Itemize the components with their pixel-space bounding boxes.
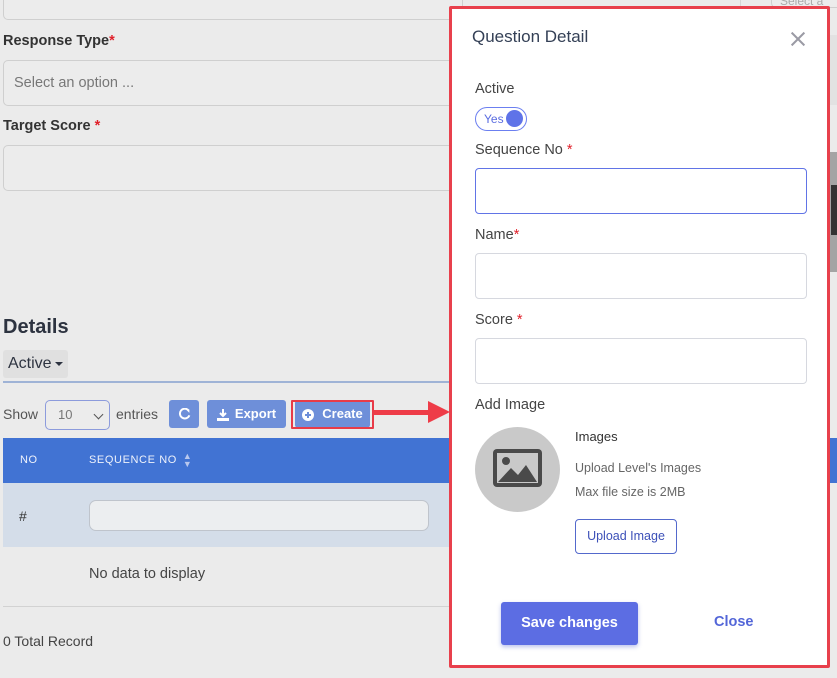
column-header-no[interactable]: NO — [20, 438, 38, 483]
close-icon[interactable] — [789, 30, 807, 48]
active-label: Active — [475, 81, 515, 97]
upload-image-button[interactable]: Upload Image — [575, 519, 677, 554]
score-label: Score * — [475, 312, 523, 328]
table-filter-row: # — [3, 483, 453, 547]
download-icon — [216, 408, 229, 421]
images-title: Images — [575, 429, 618, 444]
empty-table-message: No data to display — [89, 566, 206, 582]
sequence-no-input[interactable] — [475, 168, 807, 214]
response-type-select[interactable]: Select an option ... — [3, 60, 473, 106]
entries-select[interactable]: 10 — [45, 400, 110, 430]
create-highlight-box — [291, 400, 374, 429]
details-title: Details — [3, 316, 69, 338]
chevron-down-icon — [93, 409, 104, 420]
entries-label: entries — [116, 406, 159, 422]
close-button[interactable]: Close — [714, 614, 754, 630]
sequence-filter-input[interactable] — [89, 500, 429, 531]
toggle-knob — [506, 110, 523, 127]
details-divider — [3, 381, 453, 383]
name-label: Name* — [475, 227, 520, 243]
image-icon — [493, 449, 542, 487]
right-image-detail — [831, 185, 837, 235]
images-description: Upload Level's Images — [575, 461, 702, 475]
score-input[interactable] — [475, 338, 807, 384]
column-header-sequence-no[interactable]: SEQUENCE NO ▲ ▼ — [89, 438, 192, 483]
active-toggle[interactable]: Yes — [475, 107, 527, 131]
show-label: Show — [3, 406, 39, 422]
name-input[interactable] — [475, 253, 807, 299]
images-size-limit: Max file size is 2MB — [575, 485, 686, 499]
export-button[interactable]: Export — [207, 400, 286, 428]
add-image-label: Add Image — [475, 397, 546, 413]
table-bottom-divider — [3, 606, 453, 607]
image-placeholder — [475, 427, 560, 512]
caret-down-icon — [54, 361, 63, 366]
arrow-head — [428, 401, 450, 423]
target-score-label: Target Score * — [3, 118, 101, 134]
question-detail-modal: Question Detail Active Yes Sequence No *… — [449, 6, 830, 668]
arrow-right-icon — [374, 410, 430, 415]
top-input[interactable] — [3, 0, 463, 20]
save-changes-button[interactable]: Save changes — [501, 602, 638, 645]
target-score-input[interactable] — [3, 145, 473, 191]
toggle-text: Yes — [484, 112, 504, 126]
refresh-button[interactable] — [169, 400, 199, 428]
sequence-no-label: Sequence No * — [475, 142, 573, 158]
modal-title: Question Detail — [472, 27, 589, 46]
filter-row-marker: # — [19, 508, 27, 524]
refresh-icon — [178, 407, 190, 420]
status-filter-dropdown[interactable]: Active — [3, 350, 68, 378]
total-record-count: 0 Total Record — [3, 633, 94, 649]
sort-icon[interactable]: ▲ ▼ — [183, 452, 193, 469]
response-type-label: Response Type* — [3, 33, 115, 49]
